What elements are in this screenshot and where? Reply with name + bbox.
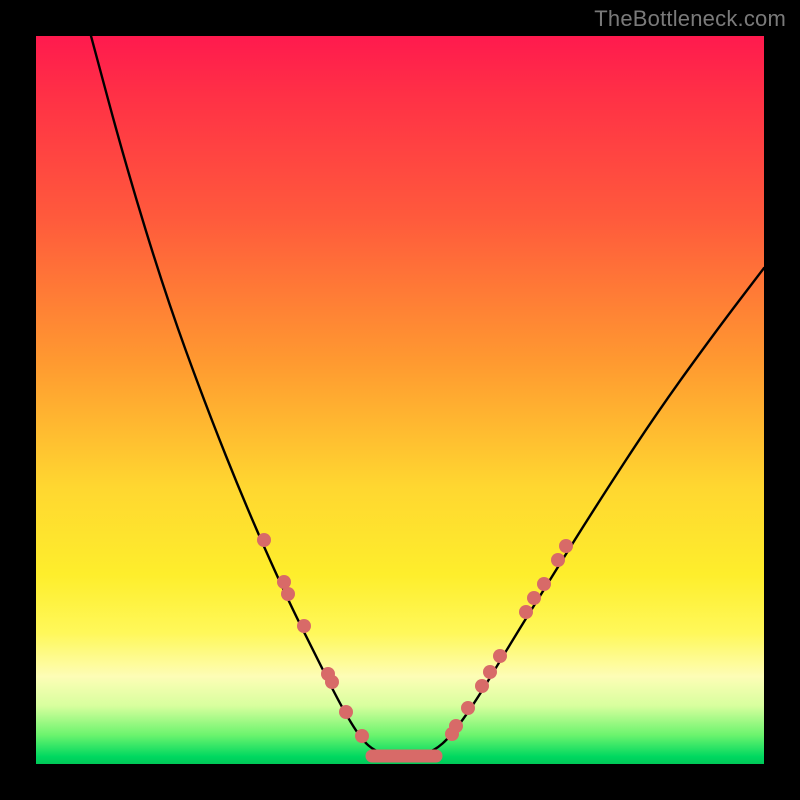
data-point-right xyxy=(475,679,489,693)
chart-frame: TheBottleneck.com xyxy=(0,0,800,800)
data-point-right xyxy=(493,649,507,663)
data-point-right xyxy=(461,701,475,715)
data-point-left xyxy=(277,575,291,589)
data-point-right xyxy=(483,665,497,679)
data-point-right xyxy=(559,539,573,553)
data-point-right xyxy=(551,553,565,567)
data-point-right xyxy=(449,719,463,733)
bottleneck-curve xyxy=(91,36,764,756)
data-point-right xyxy=(527,591,541,605)
data-point-left xyxy=(339,705,353,719)
plot-area xyxy=(36,36,764,764)
data-point-left xyxy=(281,587,295,601)
data-point-left xyxy=(297,619,311,633)
chart-svg xyxy=(36,36,764,764)
data-point-left xyxy=(355,729,369,743)
data-point-right xyxy=(519,605,533,619)
data-point-right xyxy=(537,577,551,591)
data-point-left xyxy=(257,533,271,547)
data-point-left xyxy=(325,675,339,689)
watermark-text: TheBottleneck.com xyxy=(594,6,786,32)
